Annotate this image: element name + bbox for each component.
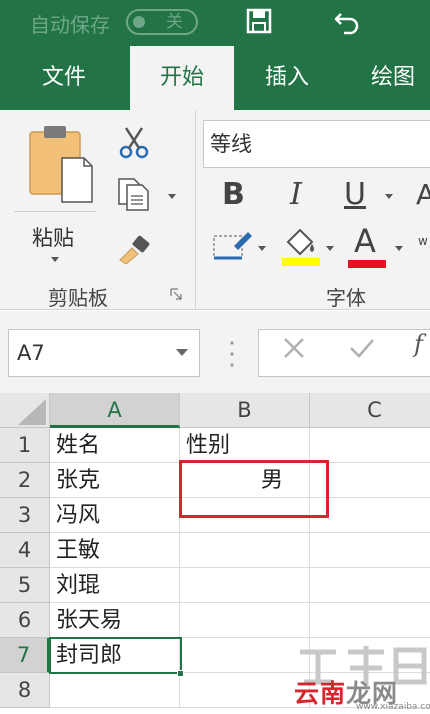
paste-label[interactable]: 粘贴	[32, 222, 74, 252]
dialog-launcher-icon[interactable]	[170, 288, 182, 300]
column-header-a[interactable]: A	[50, 393, 180, 428]
row-header-6[interactable]: 6	[0, 603, 50, 638]
select-all-icon	[18, 399, 46, 425]
phonetic-icon[interactable]: w	[418, 234, 428, 248]
copy-dropdown-icon[interactable]	[168, 194, 176, 199]
cell-a2[interactable]: 张克	[50, 463, 180, 498]
ribbon: 粘贴 剪贴板 等线 B I U A A w 字体	[0, 110, 430, 310]
more-icon[interactable]	[230, 339, 234, 369]
format-painter-icon[interactable]	[116, 234, 152, 264]
font-color-button[interactable]: A	[348, 224, 386, 268]
paste-dropdown-icon[interactable]	[51, 257, 59, 262]
fill-color-icon[interactable]	[282, 224, 320, 266]
fill-handle[interactable]	[177, 670, 184, 677]
bold-button[interactable]: B	[222, 178, 245, 212]
fill-color-dropdown-icon[interactable]	[326, 246, 334, 251]
select-all-corner[interactable]	[0, 393, 50, 428]
toggle-knob	[133, 16, 145, 28]
column-header-c[interactable]: C	[310, 393, 430, 428]
cell-c1[interactable]	[310, 428, 430, 463]
font-name-field[interactable]: 等线	[203, 120, 430, 168]
title-bar: 自动保存 关	[0, 0, 430, 46]
autosave-label: 自动保存	[30, 13, 110, 37]
row-header-8[interactable]: 8	[0, 673, 50, 708]
cell-b5[interactable]	[180, 568, 310, 603]
watermark-brand-a: 云南	[294, 679, 347, 708]
copy-icon[interactable]	[116, 176, 150, 212]
tab-draw[interactable]: 绘图	[350, 46, 430, 110]
underline-button[interactable]: U	[344, 178, 366, 212]
clipboard-group-label: 剪贴板	[48, 286, 108, 310]
autosave-state: 关	[166, 12, 183, 32]
autosave-toggle[interactable]: 关	[126, 9, 198, 35]
row-header-4[interactable]: 4	[0, 533, 50, 568]
group-divider	[195, 110, 196, 310]
cancel-icon[interactable]	[282, 336, 306, 360]
cell-b4[interactable]	[180, 533, 310, 568]
cell-c4[interactable]	[310, 533, 430, 568]
cell-b1[interactable]: 性别	[180, 428, 310, 463]
font-group-label: 字体	[326, 286, 366, 310]
row-header-2[interactable]: 2	[0, 463, 50, 498]
cell-a6[interactable]: 张天易	[50, 603, 180, 638]
cell-a5[interactable]: 刘琨	[50, 568, 180, 603]
annotation-highlight-box	[179, 460, 329, 518]
paste-divider	[14, 211, 96, 212]
active-cell-border	[49, 637, 182, 674]
cut-icon[interactable]	[118, 126, 150, 160]
font-color-bar	[348, 260, 386, 268]
enter-icon[interactable]	[348, 336, 376, 360]
row-header-5[interactable]: 5	[0, 568, 50, 603]
name-box[interactable]: A7	[8, 329, 200, 377]
row-header-7[interactable]: 7	[0, 638, 50, 673]
cell-c6[interactable]	[310, 603, 430, 638]
tab-insert[interactable]: 插入	[244, 46, 330, 110]
cell-c5[interactable]	[310, 568, 430, 603]
cell-a1[interactable]: 姓名	[50, 428, 180, 463]
underline-dropdown-icon[interactable]	[385, 194, 393, 199]
cell-a4[interactable]: 王敏	[50, 533, 180, 568]
tab-file[interactable]: 文件	[18, 46, 110, 110]
borders-icon[interactable]	[212, 228, 252, 262]
cell-b8[interactable]	[180, 673, 310, 708]
cell-b7[interactable]	[180, 638, 310, 673]
name-box-dropdown-icon[interactable]	[176, 349, 188, 356]
paste-icon[interactable]	[26, 122, 96, 204]
row-header-3[interactable]: 3	[0, 498, 50, 533]
italic-button[interactable]: I	[290, 178, 302, 212]
watermark-url: www.xiazaiba.com	[356, 702, 430, 712]
font-color-dropdown-icon[interactable]	[395, 246, 403, 251]
ribbon-tabs: 文件 开始 插入 绘图	[0, 46, 430, 110]
insert-function-icon[interactable]: f	[414, 330, 423, 358]
cell-b6[interactable]	[180, 603, 310, 638]
cell-a8[interactable]	[50, 673, 180, 708]
font-color-glyph: A	[354, 222, 376, 260]
column-header-b[interactable]: B	[180, 393, 310, 428]
grow-font-button[interactable]: A	[416, 178, 430, 212]
row-header-1[interactable]: 1	[0, 428, 50, 463]
tab-home[interactable]: 开始	[130, 46, 234, 110]
cell-a3[interactable]: 冯风	[50, 498, 180, 533]
borders-dropdown-icon[interactable]	[258, 246, 266, 251]
undo-icon[interactable]	[332, 6, 362, 36]
save-icon[interactable]	[246, 8, 272, 34]
